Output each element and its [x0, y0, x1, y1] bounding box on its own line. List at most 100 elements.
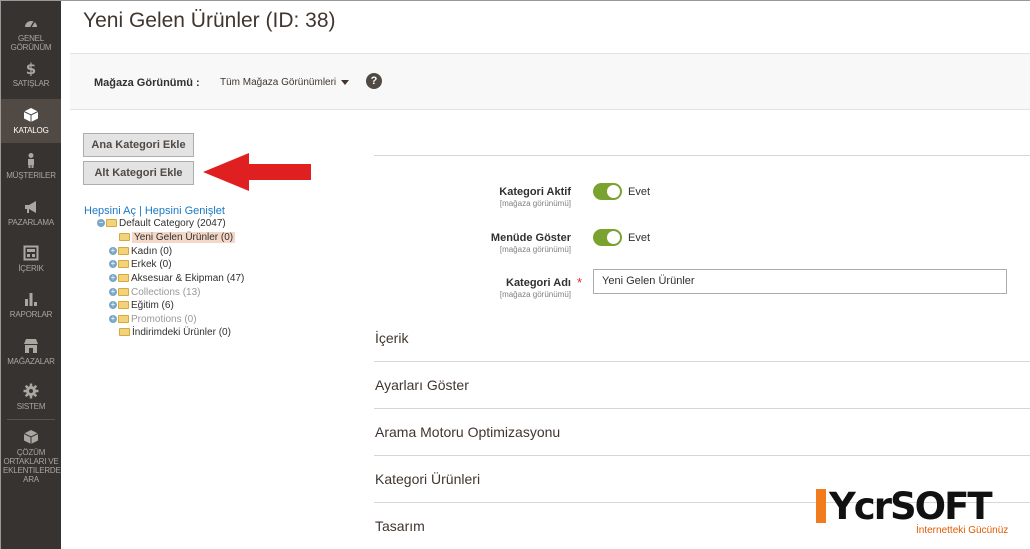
nav-sales[interactable]: $ SATIŞLAR: [1, 60, 61, 88]
nav-stores[interactable]: MAĞAZALAR: [1, 338, 61, 366]
brand-slogan: İnternetteki Gücünüz: [916, 525, 1009, 536]
sidebar-divider: [7, 419, 55, 420]
section-title: Arama Motoru Optimizasyonu: [375, 424, 561, 440]
folder-icon: [118, 274, 129, 283]
tree-node-label: Eğitim (6): [131, 300, 174, 311]
tree-node[interactable]: + Erkek (0): [109, 259, 172, 271]
dollar-icon: $: [26, 60, 36, 76]
brand-bar-icon: [816, 489, 826, 523]
add-root-category-button[interactable]: Ana Kategori Ekle: [83, 133, 194, 157]
menu-label: Menüde Göster: [490, 232, 571, 244]
nav-label: KATALOG: [13, 126, 49, 135]
section-display-settings[interactable]: Ayarları Göster: [374, 362, 1030, 409]
store-view-dropdown[interactable]: Tüm Mağaza Görünümleri: [220, 77, 350, 88]
category-name-input[interactable]: Yeni Gelen Ürünler: [593, 269, 1007, 294]
add-subcategory-button[interactable]: Alt Kategori Ekle: [83, 161, 194, 185]
folder-icon: [106, 219, 117, 228]
tree-controls: Hepsini Aç | Hepsini Genişlet: [84, 205, 225, 217]
main-content: Yeni Gelen Ürünler (ID: 38) Mağaza Görün…: [61, 1, 1030, 549]
tree-node[interactable]: + Collections (13): [109, 287, 200, 299]
folder-icon: [118, 301, 129, 310]
section-title: İçerik: [375, 330, 409, 346]
expand-icon[interactable]: +: [109, 274, 117, 283]
name-label: Kategori Adı: [506, 277, 571, 289]
nav-dashboard[interactable]: GENEL GÖRÜNÜM: [1, 15, 61, 52]
nav-label: SISTEM: [16, 402, 46, 411]
nav-system[interactable]: SISTEM: [1, 383, 61, 411]
tree-node-label: Aksesuar & Ekipman (47): [131, 273, 245, 284]
tree-node[interactable]: İndirimdeki Ürünler (0): [119, 327, 231, 339]
bar-chart-icon: [25, 293, 37, 306]
folder-icon: [118, 260, 129, 269]
expand-icon[interactable]: +: [109, 247, 117, 256]
required-marker: *: [577, 275, 583, 290]
menu-toggle[interactable]: [593, 229, 622, 246]
expand-all-link[interactable]: Hepsini Aç: [84, 205, 136, 217]
folder-icon: [118, 315, 129, 324]
tree-node-label: Yeni Gelen Ürünler (0): [132, 232, 236, 243]
tree-node-label: Default Category (2047): [119, 218, 226, 229]
menu-toggle-text: Evet: [628, 232, 651, 244]
active-label: Kategori Aktif: [499, 186, 571, 198]
folder-icon: [119, 328, 130, 337]
person-icon: [28, 153, 34, 168]
tree-node[interactable]: + Promotions (0): [109, 314, 197, 326]
extensions-icon: [23, 430, 39, 444]
expand-icon[interactable]: +: [109, 260, 117, 269]
expand-icon[interactable]: +: [109, 315, 117, 324]
store-icon: [24, 339, 38, 353]
caret-down-icon: [341, 79, 350, 85]
expand-icon[interactable]: +: [109, 301, 117, 310]
red-arrow-annotation: [203, 153, 311, 191]
section-title: Kategori Ürünleri: [375, 471, 481, 487]
folder-icon: [118, 247, 129, 256]
nav-marketing[interactable]: PAZARLAMA: [1, 199, 61, 227]
tree-node-label: Collections (13): [131, 287, 201, 298]
nav-reports[interactable]: RAPORLAR: [1, 291, 61, 319]
nav-label: ÇÖZÜM ORTAKLARI VE EKLENTILERDE ARA: [3, 448, 61, 484]
admin-sidebar: GENEL GÖRÜNÜM $ SATIŞLAR KATALOG MÜŞTERI…: [1, 1, 61, 549]
expand-icon[interactable]: +: [109, 288, 117, 297]
store-switcher-bar: Mağaza Görünümü : Tüm Mağaza Görünümleri…: [70, 53, 1030, 110]
folder-icon: [118, 288, 129, 297]
nav-content[interactable]: İÇERIK: [1, 245, 61, 273]
tree-node[interactable]: + Eğitim (6): [109, 300, 174, 312]
tree-node-label: Kadın (0): [131, 246, 173, 257]
expand-icon[interactable]: −: [97, 219, 105, 228]
help-icon[interactable]: ?: [366, 73, 382, 89]
collapse-all-link[interactable]: Hepsini Genişlet: [145, 205, 225, 217]
brand-logo: YcrSOFT: [816, 487, 993, 527]
store-view-label: Mağaza Görünümü :: [94, 77, 200, 89]
section-content[interactable]: İçerik: [374, 315, 1030, 362]
active-toggle-text: Evet: [628, 186, 651, 198]
form-divider: [374, 155, 1030, 156]
nav-label: İÇERIK: [18, 264, 44, 273]
nav-label: MÜŞTERILER: [6, 171, 56, 180]
tree-node[interactable]: + Kadın (0): [109, 246, 172, 258]
brand-watermark: YcrSOFT İnternetteki Gücünüz: [816, 487, 1008, 536]
layout-icon: [23, 245, 39, 261]
folder-icon: [119, 233, 130, 242]
tree-node-default[interactable]: − Default Category (2047): [97, 218, 226, 230]
nav-label: GENEL GÖRÜNÜM: [10, 34, 52, 52]
svg-text:$: $: [26, 60, 36, 76]
toggle-knob: [607, 185, 620, 198]
tree-node-selected[interactable]: Yeni Gelen Ürünler (0): [119, 232, 236, 244]
nav-label: RAPORLAR: [9, 310, 53, 319]
nav-catalog[interactable]: KATALOG: [1, 99, 61, 143]
section-seo[interactable]: Arama Motoru Optimizasyonu: [374, 409, 1030, 456]
tree-node-label: Promotions (0): [131, 314, 197, 325]
cube-icon: [23, 108, 39, 122]
tree-node[interactable]: + Aksesuar & Ekipman (47): [109, 273, 244, 285]
active-toggle[interactable]: [593, 183, 622, 200]
megaphone-icon: [25, 201, 36, 213]
section-title: Ayarları Göster: [375, 377, 469, 393]
toggle-knob: [607, 231, 620, 244]
menu-scope: [mağaza görünümü]: [499, 245, 571, 254]
nav-label: SATIŞLAR: [12, 79, 50, 88]
tree-node-label: Erkek (0): [131, 259, 172, 270]
nav-partners[interactable]: ÇÖZÜM ORTAKLARI VE EKLENTILERDE ARA: [1, 429, 61, 484]
nav-customers[interactable]: MÜŞTERILER: [1, 152, 61, 180]
section-title: Tasarım: [375, 518, 425, 534]
gear-icon: [23, 383, 39, 399]
